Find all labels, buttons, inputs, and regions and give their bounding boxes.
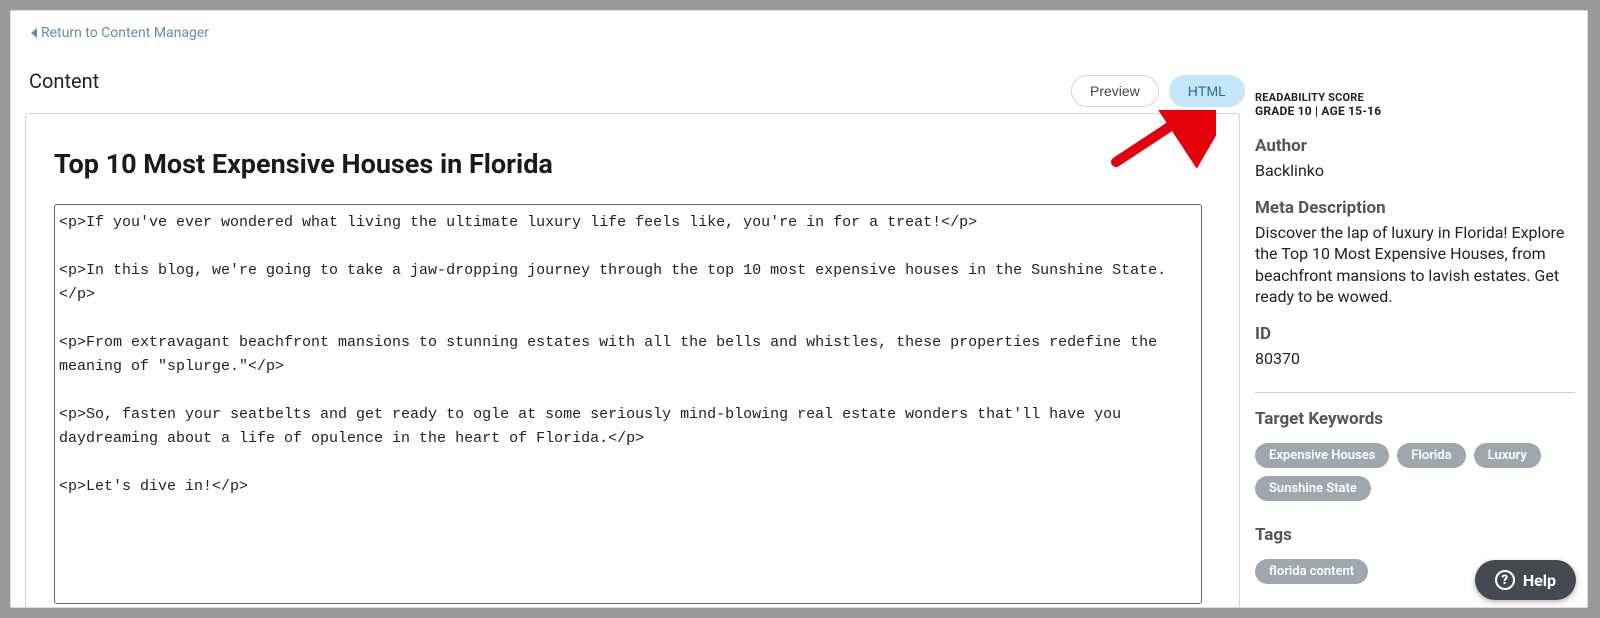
app-frame: Return to Content Manager Content Top 10… xyxy=(10,10,1588,608)
keyword-chip[interactable]: Sunshine State xyxy=(1255,476,1371,501)
tag-chip[interactable]: florida content xyxy=(1255,559,1368,584)
help-label: Help xyxy=(1523,571,1556,590)
id-label: ID xyxy=(1255,324,1575,344)
content-heading: Content xyxy=(29,69,1240,93)
html-source-textarea[interactable] xyxy=(54,204,1202,604)
meta-description-value: Discover the lap of luxury in Florida! E… xyxy=(1255,222,1575,308)
id-value: 80370 xyxy=(1255,348,1575,370)
html-button[interactable]: HTML xyxy=(1169,75,1245,107)
chevron-left-icon xyxy=(31,28,37,38)
article-title: Top 10 Most Expensive Houses in Florida xyxy=(54,148,1211,180)
keywords-chips: Expensive Houses Florida Luxury Sunshine… xyxy=(1255,443,1575,501)
help-button[interactable]: ? Help xyxy=(1475,560,1576,600)
readability-label: READABILITY SCORE xyxy=(1255,91,1575,104)
return-link[interactable]: Return to Content Manager xyxy=(31,25,209,41)
readability-value: GRADE 10 | AGE 15-16 xyxy=(1255,104,1575,118)
keyword-chip[interactable]: Florida xyxy=(1397,443,1465,468)
view-toggle: Preview HTML xyxy=(1071,75,1245,107)
preview-button[interactable]: Preview xyxy=(1071,75,1159,107)
meta-description-label: Meta Description xyxy=(1255,198,1575,218)
author-label: Author xyxy=(1255,136,1575,156)
author-value: Backlinko xyxy=(1255,160,1575,182)
main-column: Content Top 10 Most Expensive Houses in … xyxy=(25,69,1240,608)
help-icon: ? xyxy=(1495,570,1515,590)
target-keywords-label: Target Keywords xyxy=(1255,409,1575,429)
sidebar-divider xyxy=(1255,392,1575,393)
editor-panel: Top 10 Most Expensive Houses in Florida xyxy=(25,113,1240,608)
tags-label: Tags xyxy=(1255,525,1575,545)
return-link-label: Return to Content Manager xyxy=(41,25,209,41)
keyword-chip[interactable]: Luxury xyxy=(1474,443,1541,468)
sidebar: READABILITY SCORE GRADE 10 | AGE 15-16 A… xyxy=(1255,91,1575,584)
keyword-chip[interactable]: Expensive Houses xyxy=(1255,443,1389,468)
